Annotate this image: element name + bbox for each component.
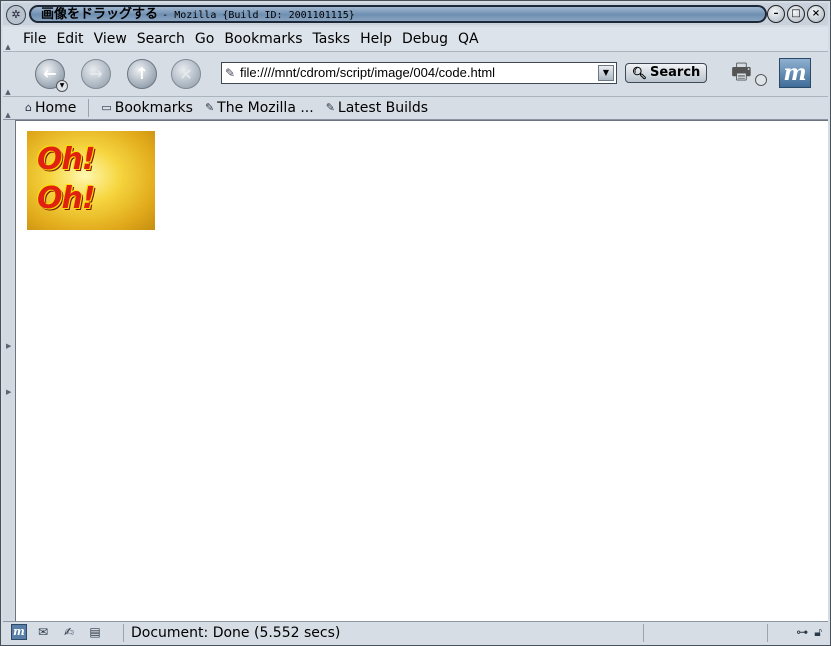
menu-bar: ▲ File Edit View Search Go Bookmarks Tas… — [3, 27, 828, 52]
menu-search[interactable]: Search — [137, 30, 185, 48]
sidebar-arrow-icon: ▶ — [6, 388, 12, 396]
mozilla-logo-icon[interactable]: m — [779, 58, 811, 88]
bookmark-mozilla[interactable]: ✎ The Mozilla ... — [205, 99, 314, 117]
status-separator — [643, 624, 644, 642]
bookmarks-button[interactable]: ▭ Bookmarks — [101, 99, 193, 117]
print-dropdown-icon[interactable] — [755, 74, 767, 86]
image-text-top: Oh! — [37, 142, 96, 177]
window-title-build: - Mozilla {Build ID: 2001101115} — [162, 10, 355, 21]
content-area: Oh! Oh! — [15, 120, 828, 621]
forward-arrow-icon: → — [89, 64, 103, 83]
menu-help[interactable]: Help — [360, 30, 392, 48]
security-lock-icon[interactable]: 🔓︎ — [814, 624, 822, 640]
status-separator — [767, 624, 768, 642]
navigator-icon[interactable]: m — [11, 624, 27, 640]
reload-button[interactable]: ↑ — [127, 59, 157, 89]
search-button[interactable]: 🔍︎ Search — [625, 63, 707, 83]
status-text: Document: Done (5.552 secs) — [131, 625, 341, 641]
minimize-icon[interactable]: – — [767, 5, 785, 23]
window-menu-icon[interactable]: ✲ — [6, 5, 26, 25]
mail-icon[interactable]: ✉ — [33, 624, 53, 640]
browser-window: ✲ 画像をドラッグする - Mozilla {Build ID: 2001101… — [0, 0, 831, 646]
menu-tasks[interactable]: Tasks — [313, 30, 351, 48]
window-title: 画像をドラッグする - Mozilla {Build ID: 200110111… — [41, 7, 355, 22]
menu-view[interactable]: View — [94, 30, 127, 48]
reload-icon: ↑ — [135, 64, 149, 83]
window-controls: – □ × — [767, 5, 825, 23]
bookmark-icon: ✎ — [325, 101, 335, 114]
stop-icon: × — [179, 64, 193, 83]
home-icon: ⌂ — [25, 101, 32, 114]
personal-toolbar-items: ⌂ Home ▭ Bookmarks ✎ The Mozilla ... ✎ L… — [25, 99, 428, 117]
printer-icon: 🖶 — [731, 60, 752, 85]
print-button[interactable]: 🖶 — [731, 58, 767, 88]
title-bar: ✲ 画像をドラッグする - Mozilla {Build ID: 2001101… — [3, 3, 828, 25]
menu-bookmarks[interactable]: Bookmarks — [224, 30, 302, 48]
forward-button[interactable]: → — [81, 59, 111, 89]
image-text-bottom: Oh! — [37, 181, 96, 216]
menu-debug[interactable]: Debug — [402, 30, 448, 48]
bookmark-mozilla-label: The Mozilla ... — [217, 100, 314, 116]
url-bar[interactable]: ✎ file:////mnt/cdrom/script/image/004/co… — [221, 62, 617, 84]
menu-qa[interactable]: QA — [458, 30, 479, 48]
address-book-icon[interactable]: ▤ — [85, 624, 105, 640]
url-text[interactable]: file:////mnt/cdrom/script/image/004/code… — [240, 65, 495, 81]
sidebar-arrow-icon: ▶ — [6, 342, 12, 350]
menu-edit[interactable]: Edit — [56, 30, 83, 48]
menu-go[interactable]: Go — [195, 30, 214, 48]
bookmark-latest-builds[interactable]: ✎ Latest Builds — [326, 99, 428, 117]
back-button[interactable]: ← ▼ — [35, 59, 68, 92]
title-pill[interactable]: 画像をドラッグする - Mozilla {Build ID: 200110111… — [29, 5, 767, 23]
toolbar-separator — [88, 99, 90, 117]
home-label: Home — [34, 100, 77, 116]
search-button-label: Search — [649, 65, 701, 80]
menu-list: File Edit View Search Go Bookmarks Tasks… — [23, 30, 479, 48]
magnifier-icon: 🔍︎ — [631, 66, 647, 80]
back-arrow-icon: ← — [43, 64, 57, 83]
status-separator — [123, 624, 124, 642]
menu-file[interactable]: File — [23, 30, 46, 48]
component-bar: m ✉ ✍ ▤ — [11, 624, 105, 640]
oh-oh-image[interactable]: Oh! Oh! — [27, 131, 155, 230]
back-dropdown-icon[interactable]: ▼ — [56, 80, 68, 92]
bookmark-latest-label: Latest Builds — [337, 100, 429, 116]
menubar-grip-icon[interactable]: ▲ — [3, 27, 13, 51]
sidebar-grip[interactable]: ▶ ▶ — [3, 120, 14, 620]
maximize-icon[interactable]: □ — [787, 5, 805, 23]
bookmarks-label: Bookmarks — [114, 100, 193, 116]
composer-icon[interactable]: ✍ — [59, 624, 79, 640]
url-history-dropdown-icon[interactable]: ▼ — [598, 65, 614, 81]
status-bar: m ✉ ✍ ▤ Document: Done (5.552 secs) ⊶ 🔓︎ — [3, 621, 828, 644]
status-indicators: ⊶ 🔓︎ — [796, 624, 822, 640]
folder-icon: ▭ — [101, 101, 112, 114]
navbar-grip-icon[interactable]: ▲ — [3, 52, 13, 96]
window-title-main: 画像をドラッグする — [41, 7, 159, 22]
stop-button[interactable]: × — [171, 59, 201, 89]
persbar-grip-icon[interactable]: ▲ — [3, 97, 13, 119]
online-plug-icon[interactable]: ⊶ — [796, 624, 808, 640]
page-proxy-icon[interactable]: ✎ — [225, 66, 235, 80]
personal-toolbar: ▲ ⌂ Home ▭ Bookmarks ✎ The Mozilla ... ✎… — [3, 97, 828, 120]
home-button[interactable]: ⌂ Home — [25, 99, 76, 117]
bookmark-icon: ✎ — [204, 101, 215, 114]
navigation-toolbar: ▲ ← ▼ → ↑ × ✎ file:////mnt/cdrom/script/… — [3, 52, 828, 97]
close-icon[interactable]: × — [807, 5, 825, 23]
